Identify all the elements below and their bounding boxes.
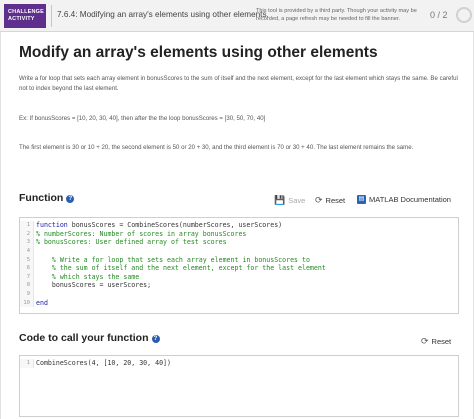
example-text: Ex: If bonusScores = [10, 20, 30, 40], t…: [19, 115, 266, 122]
line-number: 6: [20, 264, 34, 273]
activity-title: 7.6.4: Modifying an array's elements usi…: [57, 10, 269, 19]
third-party-note: This tool is provided by a third party. …: [256, 8, 417, 22]
code-line[interactable]: 5 % Write a for loop that sets each arra…: [20, 255, 458, 265]
function-title-label: Function: [19, 192, 64, 204]
code-line[interactable]: 1 CombineScores(4, [10, 20, 30, 40]): [20, 359, 458, 368]
code-text: % numberScores: Number of scores in arra…: [36, 230, 246, 239]
code-line[interactable]: 6 % the sum of itself and the next eleme…: [20, 264, 458, 273]
code-text: function bonusScores = CombineScores(num…: [36, 221, 282, 230]
line-number: 9: [20, 290, 34, 299]
badge-line-1: CHALLENGE: [8, 9, 45, 15]
code-line[interactable]: 4: [20, 246, 458, 256]
function-code-editor[interactable]: 1 function bonusScores = CombineScores(nu…: [19, 217, 459, 314]
page-title: Modify an array's elements using other e…: [19, 44, 378, 61]
help-icon[interactable]: ?: [151, 335, 160, 343]
comment-token: % Write a for loop that sets each array …: [51, 255, 310, 264]
progress-ring-icon: [456, 7, 472, 23]
code-token: bonusScores = CombineScores(numberScores…: [67, 221, 283, 229]
code-text: % which stays the same: [36, 273, 139, 282]
instructions-text: Write a for loop that sets each array el…: [19, 75, 458, 92]
code-text: % Write a for loop that sets each array …: [36, 256, 310, 265]
code-text: CombineScores(4, [10, 20, 30, 40]): [36, 359, 171, 367]
comment-token: % numberScores: Number of scores in arra…: [36, 229, 247, 238]
code-line[interactable]: 7 % which stays the same: [20, 272, 458, 282]
code-token: bonusScores = userScores;: [36, 281, 152, 290]
line-number: 1: [20, 221, 34, 230]
banner-divider: [51, 5, 52, 27]
code-line[interactable]: 9: [20, 290, 458, 299]
line-number: 5: [20, 255, 34, 265]
code-text: bonusScores = userScores;: [36, 281, 151, 290]
progress-count: 0 / 2: [430, 10, 448, 20]
call-code-editor[interactable]: 1 CombineScores(4, [10, 20, 30, 40]): [19, 355, 459, 417]
explanation-text: The first element is 30 or 10 + 20, the …: [19, 144, 414, 151]
line-number: 8: [20, 281, 34, 291]
code-line[interactable]: 3% bonusScores: User defined array of te…: [20, 238, 458, 247]
call-section-title: Code to call your function?: [19, 332, 160, 344]
badge-line-2: ACTIVITY: [8, 16, 35, 22]
line-number: 7: [20, 272, 34, 282]
code-line[interactable]: 8 bonusScores = userScores;: [20, 281, 458, 291]
line-number: 4: [20, 246, 34, 256]
save-icon: 💾: [274, 195, 286, 205]
help-icon[interactable]: ?: [66, 195, 75, 203]
line-number: 2: [20, 229, 34, 239]
save-button[interactable]: 💾 Save: [274, 195, 306, 206]
code-line[interactable]: 1 function bonusScores = CombineScores(nu…: [20, 221, 458, 230]
activity-content: Modify an array's elements using other e…: [0, 32, 474, 419]
reset-label: Reset: [431, 337, 452, 346]
call-title-label: Code to call your function: [19, 332, 149, 344]
refresh-icon: ⟳: [421, 336, 429, 346]
documentation-icon: ▤: [357, 195, 366, 204]
reset-call-button[interactable]: ⟳ Reset: [421, 336, 452, 347]
comment-token: % bonusScores: User defined array of tes…: [36, 238, 227, 247]
code-text: end: [36, 299, 48, 308]
code-line[interactable]: 10 end: [20, 298, 458, 308]
documentation-label: MATLAB Documentation: [369, 195, 451, 204]
keyword-token: end: [36, 298, 48, 307]
refresh-icon: ⟳: [315, 195, 323, 205]
matlab-documentation-button[interactable]: ▤ MATLAB Documentation: [357, 195, 451, 204]
line-number: 10: [20, 298, 34, 308]
line-number: 3: [20, 238, 34, 247]
challenge-activity-badge: CHALLENGE ACTIVITY: [4, 4, 46, 28]
function-section-title: Function?: [19, 192, 75, 204]
reset-label: Reset: [325, 196, 346, 205]
save-label: Save: [288, 196, 306, 205]
code-line[interactable]: 2% numberScores: Number of scores in arr…: [20, 229, 458, 239]
reset-function-button[interactable]: ⟳ Reset: [315, 195, 346, 206]
line-number: 1: [20, 359, 34, 368]
code-text: % the sum of itself and the next element…: [36, 264, 326, 273]
keyword-token: function: [36, 221, 68, 229]
comment-token: % which stays the same: [51, 272, 140, 281]
challenge-banner: CHALLENGE ACTIVITY 7.6.4: Modifying an a…: [0, 0, 474, 32]
comment-token: % the sum of itself and the next element…: [51, 264, 326, 273]
code-text: % bonusScores: User defined array of tes…: [36, 238, 227, 247]
